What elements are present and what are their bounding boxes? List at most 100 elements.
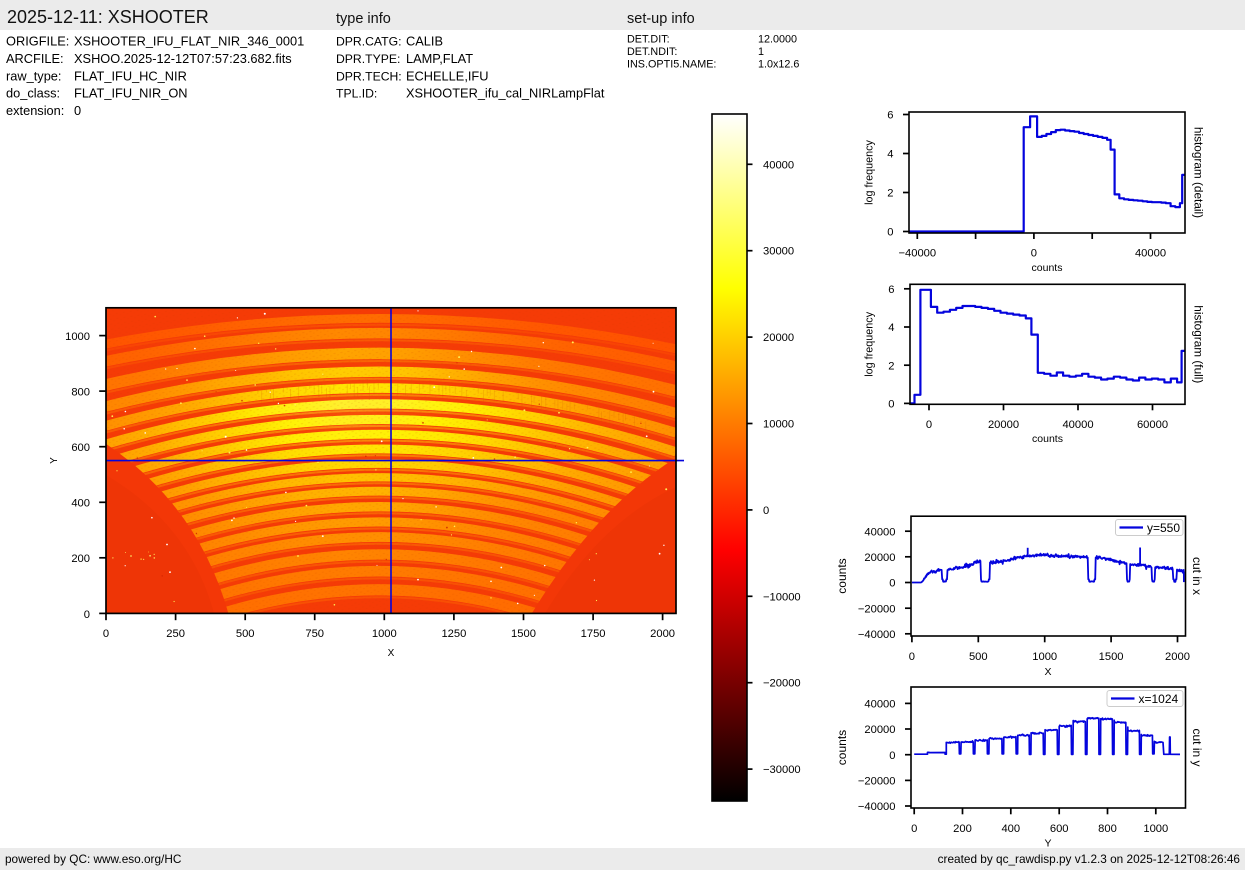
svg-text:XSHOOTER_IFU_FLAT_NIR_346_0001: XSHOOTER_IFU_FLAT_NIR_346_0001 [74, 34, 304, 49]
svg-text:DET.NDIT:: DET.NDIT: [627, 46, 677, 58]
svg-text:6: 6 [887, 110, 893, 122]
svg-text:4: 4 [887, 149, 893, 161]
svg-text:12.0000: 12.0000 [758, 34, 797, 46]
svg-text:−20000: −20000 [858, 776, 896, 788]
svg-text:2: 2 [888, 360, 894, 372]
svg-text:created by qc_rawdisp.py v1.2.: created by qc_rawdisp.py v1.2.3 on 2025-… [938, 852, 1241, 866]
svg-text:counts: counts [835, 730, 849, 765]
svg-text:10000: 10000 [763, 419, 794, 431]
svg-text:counts: counts [835, 558, 849, 593]
svg-text:400: 400 [1001, 823, 1020, 835]
svg-text:1000: 1000 [1032, 651, 1057, 663]
svg-text:20000: 20000 [763, 332, 794, 344]
svg-text:0: 0 [909, 651, 915, 663]
svg-text:750: 750 [305, 628, 324, 640]
svg-text:0: 0 [911, 823, 917, 835]
svg-text:20000: 20000 [988, 419, 1019, 431]
svg-text:600: 600 [1050, 823, 1069, 835]
svg-text:DPR.TYPE:: DPR.TYPE: [336, 52, 400, 66]
svg-text:TPL.ID:: TPL.ID: [336, 87, 377, 101]
svg-text:500: 500 [969, 651, 988, 663]
svg-text:−30000: −30000 [763, 764, 801, 776]
svg-text:0: 0 [103, 628, 109, 640]
svg-text:INS.OPTI5.NAME:: INS.OPTI5.NAME: [627, 59, 716, 71]
svg-text:−10000: −10000 [763, 591, 801, 603]
svg-text:0: 0 [84, 609, 90, 621]
svg-text:X: X [1044, 666, 1051, 678]
svg-text:0: 0 [926, 419, 932, 431]
svg-text:XSHOO.2025-12-12T07:57:23.682.: XSHOO.2025-12-12T07:57:23.682.fits [74, 51, 292, 66]
svg-text:Y: Y [1044, 838, 1051, 850]
svg-text:6: 6 [888, 284, 894, 296]
svg-text:1000: 1000 [1143, 823, 1168, 835]
svg-text:500: 500 [236, 628, 255, 640]
svg-text:do_class:: do_class: [6, 86, 60, 101]
svg-text:1.0x12.6: 1.0x12.6 [758, 59, 799, 71]
svg-text:30000: 30000 [763, 246, 794, 258]
svg-text:DPR.CATG:: DPR.CATG: [336, 35, 401, 49]
svg-text:1: 1 [758, 46, 764, 58]
svg-text:extension:: extension: [6, 103, 64, 118]
svg-text:CALIB: CALIB [406, 34, 443, 49]
svg-text:200: 200 [71, 553, 90, 565]
svg-text:cut in y: cut in y [1190, 728, 1204, 766]
svg-text:1000: 1000 [372, 628, 397, 640]
svg-text:800: 800 [71, 387, 90, 399]
svg-text:−40000: −40000 [858, 629, 896, 641]
svg-text:20000: 20000 [864, 552, 895, 564]
svg-text:DET.DIT:: DET.DIT: [627, 34, 670, 46]
svg-text:40000: 40000 [1135, 248, 1166, 260]
svg-text:250: 250 [166, 628, 185, 640]
svg-text:0: 0 [888, 399, 894, 411]
svg-text:FLAT_IFU_NIR_ON: FLAT_IFU_NIR_ON [74, 86, 188, 101]
svg-text:−40000: −40000 [858, 801, 896, 813]
svg-text:60000: 60000 [1137, 419, 1168, 431]
svg-text:40000: 40000 [864, 526, 895, 538]
svg-text:0: 0 [1031, 248, 1037, 260]
svg-text:1750: 1750 [581, 628, 606, 640]
svg-text:2000: 2000 [1165, 651, 1190, 663]
svg-text:ARCFILE:: ARCFILE: [6, 51, 64, 66]
svg-text:set-up info: set-up info [627, 11, 695, 27]
svg-text:200: 200 [953, 823, 972, 835]
svg-text:X: X [388, 648, 395, 659]
svg-text:600: 600 [71, 442, 90, 454]
svg-text:raw_type:: raw_type: [6, 68, 61, 83]
svg-text:histogram (detail): histogram (detail) [1192, 127, 1206, 218]
svg-text:1500: 1500 [511, 628, 536, 640]
svg-text:FLAT_IFU_HC_NIR: FLAT_IFU_HC_NIR [74, 68, 187, 83]
svg-text:40000: 40000 [864, 699, 895, 711]
svg-text:0: 0 [74, 103, 81, 118]
svg-text:40000: 40000 [763, 159, 794, 171]
svg-text:histogram (full): histogram (full) [1192, 305, 1206, 383]
svg-text:counts: counts [1032, 262, 1063, 274]
svg-text:0: 0 [763, 505, 769, 517]
svg-text:1000: 1000 [65, 331, 90, 343]
svg-text:XSHOOTER_ifu_cal_NIRLampFlat: XSHOOTER_ifu_cal_NIRLampFlat [406, 86, 605, 101]
svg-text:cut in x: cut in x [1190, 557, 1204, 595]
svg-text:log frequency: log frequency [864, 311, 876, 376]
svg-text:20000: 20000 [864, 724, 895, 736]
svg-text:Y: Y [49, 457, 60, 464]
svg-text:−40000: −40000 [898, 248, 936, 260]
svg-text:x=1024: x=1024 [1139, 692, 1179, 706]
svg-text:powered by QC: www.eso.org/HC: powered by QC: www.eso.org/HC [5, 852, 182, 866]
svg-text:4: 4 [888, 322, 894, 334]
svg-text:−20000: −20000 [858, 603, 896, 615]
svg-text:0: 0 [889, 750, 895, 762]
svg-text:LAMP,FLAT: LAMP,FLAT [406, 51, 473, 66]
svg-text:2000: 2000 [650, 628, 675, 640]
svg-text:2025-12-11: XSHOOTER: 2025-12-11: XSHOOTER [7, 7, 209, 27]
svg-text:log frequency: log frequency [864, 139, 876, 204]
svg-text:40000: 40000 [1062, 419, 1093, 431]
svg-text:400: 400 [71, 498, 90, 510]
svg-text:type info: type info [336, 11, 391, 27]
svg-text:ECHELLE,IFU: ECHELLE,IFU [406, 68, 489, 83]
svg-text:2: 2 [887, 188, 893, 200]
svg-text:800: 800 [1098, 823, 1117, 835]
svg-text:1500: 1500 [1099, 651, 1124, 663]
svg-text:1250: 1250 [441, 628, 466, 640]
svg-text:DPR.TECH:: DPR.TECH: [336, 69, 402, 83]
svg-text:−20000: −20000 [763, 678, 801, 690]
svg-text:0: 0 [889, 578, 895, 590]
